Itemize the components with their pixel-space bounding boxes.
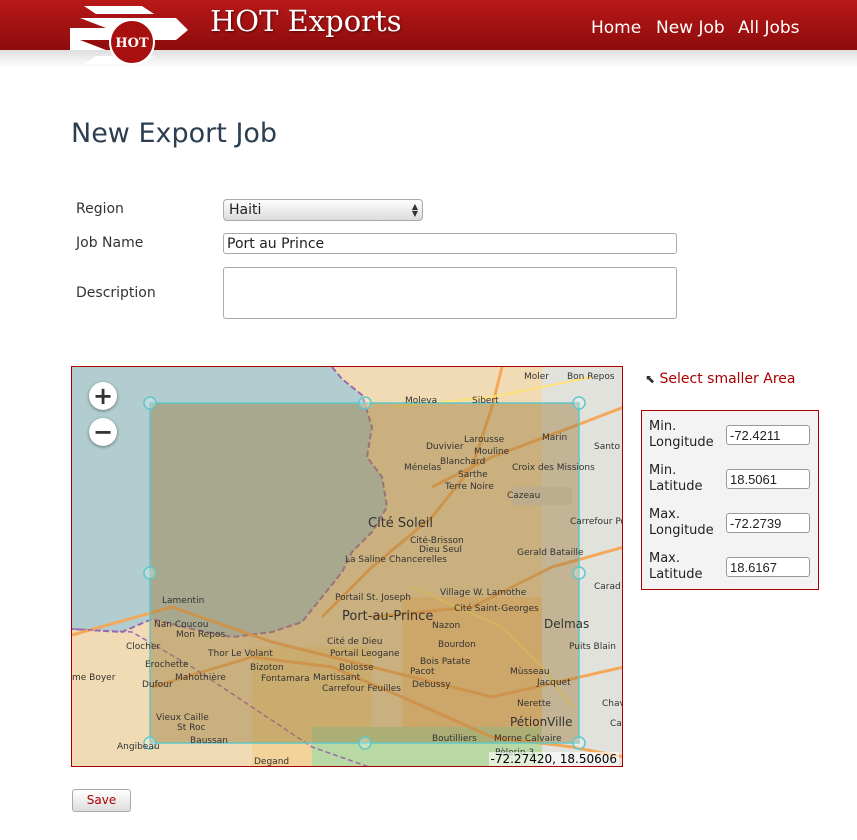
map-place: Jacquet <box>536 678 571 688</box>
map-place: Duvivier <box>426 442 464 452</box>
region-label: Region <box>76 201 124 217</box>
map-place: Clocher <box>126 642 160 652</box>
map-place: Croix des Missions <box>512 463 595 473</box>
map-place: Carrefour Feuilles <box>322 684 401 694</box>
select-smaller-area-link[interactable]: ⬉ Select smaller Area <box>645 371 795 387</box>
map-place: Morne Calvaire <box>494 734 562 744</box>
max-longitude-label: Max. Longitude <box>649 507 714 538</box>
min-longitude-input[interactable] <box>726 425 810 445</box>
map-place: Gerald Bataille <box>517 548 584 558</box>
map-place: Chancerelles <box>389 555 447 565</box>
map-place: Nan Coucou <box>154 620 208 630</box>
map-place: Pacot <box>410 667 435 677</box>
map-place: Vieux Caille <box>156 713 209 723</box>
map-place: Marin <box>542 433 567 443</box>
description-label: Description <box>76 285 156 301</box>
nav-all-jobs[interactable]: All Jobs <box>738 18 800 38</box>
map-place: Moleva <box>405 396 437 406</box>
map-place: Baussan <box>190 736 228 746</box>
map-place: Santo <box>594 442 620 452</box>
nav-new-job[interactable]: New Job <box>656 18 725 38</box>
map-place: Sarthe <box>458 470 488 480</box>
map-place: Larousse <box>464 435 505 445</box>
mouse-position: -72.27420, 18.50606 <box>488 752 619 766</box>
map-place: Sibert <box>472 396 499 406</box>
min-latitude-label: Min. Latitude <box>649 463 703 494</box>
map-place: Portail Leogane <box>330 649 400 659</box>
bbox-panel: Min.Longitude Min.Latitude Max.Longitude… <box>641 410 819 590</box>
map-place: Carrefour Po <box>570 517 623 527</box>
map-place: Dufour <box>142 680 173 690</box>
map-place: Boutilliers <box>432 734 477 744</box>
map-place: Delmas <box>544 617 589 631</box>
map-place: Cité Soleil <box>368 516 433 531</box>
map-place: Bizoton <box>250 663 284 673</box>
map-place: Carad <box>594 582 621 592</box>
min-longitude-label: Min. Longitude <box>649 419 714 450</box>
hot-logo[interactable]: HOT <box>66 0 196 68</box>
max-latitude-label: Max. Latitude <box>649 551 703 582</box>
map-place: St Roc <box>177 723 205 733</box>
app-title: HOT Exports <box>210 4 402 38</box>
job-name-label: Job Name <box>76 235 144 251</box>
map-place: Debussy <box>412 680 451 690</box>
map-place: Fontamara <box>261 674 310 684</box>
job-name-input[interactable] <box>223 233 677 254</box>
map-place: Port-au-Prince <box>342 609 433 624</box>
map-place: Mon Repos <box>176 630 225 640</box>
map-place: Cité de Dieu <box>327 636 383 647</box>
map-place: Chav <box>602 699 623 709</box>
logo-text: HOT <box>115 36 149 51</box>
map-place: PétionVille <box>510 715 573 729</box>
nav-home[interactable]: Home <box>591 18 641 38</box>
map-place: Portail St. Joseph <box>335 593 411 603</box>
map-place: Bois Patate <box>420 657 471 667</box>
description-textarea[interactable] <box>223 267 677 319</box>
cursor-arrow-icon: ⬉ <box>645 372 656 386</box>
map-place: Moler <box>524 372 549 382</box>
map-place: Thor Le Volant <box>207 649 273 659</box>
map-place: Bolosse <box>339 663 374 673</box>
max-longitude-input[interactable] <box>726 513 810 533</box>
map-place: Cité Saint-Georges <box>454 603 539 614</box>
map-place: me Boyer <box>72 673 116 683</box>
map-place: Nazon <box>432 621 460 631</box>
map-place: Erochette <box>145 660 189 670</box>
map-place: Village W. Lamothe <box>440 588 527 598</box>
map-place: Nerette <box>517 699 551 709</box>
map-place: Bon Repos <box>567 372 615 382</box>
map-place: Angibeau <box>117 742 160 752</box>
zoom-in-button[interactable]: + <box>89 382 117 410</box>
map-place: Blanchard <box>440 457 485 467</box>
max-latitude-input[interactable] <box>726 557 810 577</box>
map-place: Dieu Seul <box>419 545 462 555</box>
map-canvas: Moler Bon Repos Moleva Sibert Marin Sant… <box>72 367 623 767</box>
save-button[interactable]: Save <box>72 789 131 812</box>
page-title: New Export Job <box>71 118 278 149</box>
region-select[interactable]: Haiti ▲ ▼ <box>223 199 423 221</box>
map-place: Terre Noire <box>444 482 494 492</box>
map-place: Bourdon <box>438 640 476 650</box>
zoom-out-button[interactable]: − <box>89 418 117 446</box>
select-arrows-icon: ▲ ▼ <box>411 202 418 218</box>
map-place: Mouline <box>474 447 510 457</box>
map-view[interactable]: Moler Bon Repos Moleva Sibert Marin Sant… <box>71 366 623 767</box>
map-place: Puits Blain <box>569 642 616 652</box>
region-selected-value: Haiti <box>229 202 262 218</box>
map-place: La Saline <box>345 555 386 565</box>
map-place: Ca <box>610 719 622 729</box>
map-place: Martissant <box>313 673 361 683</box>
min-latitude-input[interactable] <box>726 469 810 489</box>
map-place: Lamentin <box>162 596 204 606</box>
map-place: Ménelas <box>404 462 442 473</box>
select-smaller-area-label: Select smaller Area <box>659 371 796 387</box>
map-place: Degand <box>254 757 289 767</box>
map-place: Cazeau <box>507 491 540 501</box>
map-place: Mùsseau <box>510 667 550 677</box>
map-place: Mahothière <box>175 672 226 683</box>
